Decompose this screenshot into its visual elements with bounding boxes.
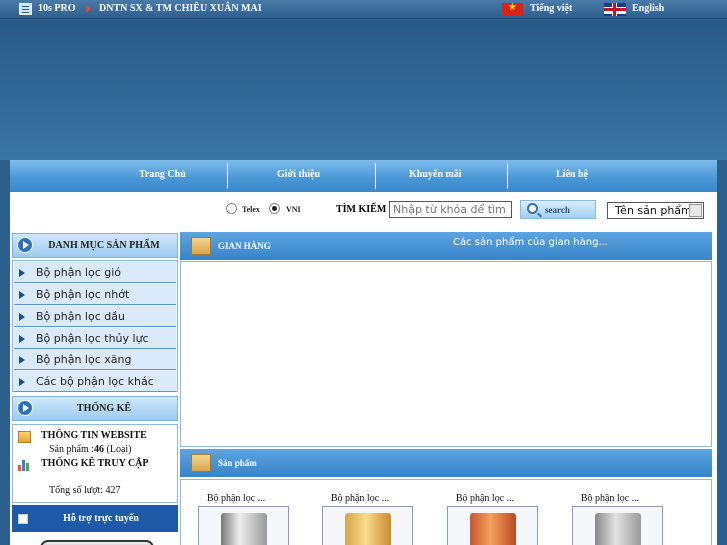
- bullet-arrow-icon: [19, 269, 25, 277]
- vietnam-flag-icon[interactable]: [502, 2, 523, 16]
- product-card[interactable]: Bộ phận lọc ...: [555, 480, 665, 545]
- search-label: TÌM KIẾM: [336, 204, 387, 215]
- language-vietnamese-link[interactable]: Tiếng việt: [530, 3, 572, 14]
- product-card[interactable]: Bộ phận lọc ...: [181, 480, 291, 545]
- category-item[interactable]: Các bộ phận lọc khác: [14, 371, 176, 392]
- stats-title: THỐNG KÊ: [76, 403, 132, 414]
- search-button-label: search: [545, 204, 570, 215]
- nav-item-home[interactable]: Trang Chủ: [139, 169, 186, 180]
- category-label: Bộ phận lọc nhớt: [36, 288, 130, 301]
- online-support-button[interactable]: [40, 540, 154, 545]
- search-type-value: Tên sản phẩm: [615, 204, 692, 217]
- product-name[interactable]: Bộ phận lọc ...: [305, 493, 415, 504]
- category-item[interactable]: Bộ phận lọc dầu: [14, 306, 176, 327]
- site-name[interactable]: 10s PRO: [38, 3, 76, 14]
- bullet-arrow-icon: [19, 313, 25, 321]
- telex-radio[interactable]: [226, 203, 237, 214]
- uk-flag-icon[interactable]: [604, 3, 626, 16]
- product-image[interactable]: [322, 506, 413, 545]
- category-label: Bộ phận lọc dầu: [36, 310, 125, 323]
- search-input[interactable]: [389, 201, 512, 218]
- banner: [0, 20, 727, 160]
- shop-panel: [180, 261, 712, 447]
- category-label: Bộ phận lọc xăng: [36, 353, 132, 366]
- nav-item-contact[interactable]: Liên hệ: [556, 169, 588, 180]
- product-card[interactable]: Bộ phận lọc ...: [305, 480, 415, 545]
- visits-count: 427: [105, 485, 121, 496]
- product-name[interactable]: Bộ phận lọc ...: [555, 493, 665, 504]
- arrow-right-icon: [86, 5, 91, 13]
- categories-header: DANH MỤC SẢN PHẨM: [12, 233, 178, 258]
- magnifier-icon: [527, 203, 538, 214]
- bar-chart-icon: [18, 459, 32, 471]
- search-type-select[interactable]: Tên sản phẩm: [607, 202, 704, 219]
- shopping-box-icon: [191, 237, 211, 255]
- visits-line: Tổng số lượt: 427: [49, 485, 121, 496]
- stats-header: THỐNG KÊ: [12, 396, 178, 421]
- product-count: 46: [94, 444, 104, 455]
- category-item[interactable]: Bộ phận lọc xăng: [14, 349, 176, 370]
- traffic-stats-title: THỐNG KÊ TRUY CẬP: [41, 458, 149, 469]
- main-nav: Trang Chủ Giới thiệu Khuyến mãi Liên hệ: [10, 160, 717, 192]
- category-label: Bộ phận lọc thủy lực: [36, 332, 149, 345]
- product-name[interactable]: Bộ phận lọc ...: [181, 493, 291, 504]
- shop-title: GIAN HÀNG: [218, 241, 271, 251]
- company-name[interactable]: DNTN SX & TM CHIÊU XUÂN MAI: [99, 3, 262, 14]
- support-header: Hỗ trợ trực tuyến: [12, 505, 178, 532]
- bullet-arrow-icon: [19, 378, 25, 386]
- bullet-arrow-icon: [19, 291, 25, 299]
- window-icon: [19, 3, 32, 15]
- nav-item-about[interactable]: Giới thiệu: [277, 169, 320, 180]
- shop-note: Các sản phẩm của gian hàng...: [453, 237, 608, 248]
- shop-header: GIAN HÀNG Các sản phẩm của gian hàng...: [180, 232, 712, 260]
- products-header: Sản phẩm: [180, 449, 712, 477]
- product-image[interactable]: [572, 506, 663, 545]
- category-label: Các bộ phận lọc khác: [36, 375, 154, 388]
- nav-divider: [375, 163, 376, 189]
- stats-box: THÔNG TIN WEBSITE Sản phẩm :46 (Loại) TH…: [12, 424, 178, 503]
- dropdown-arrow-icon[interactable]: [689, 204, 702, 217]
- nav-divider: [507, 163, 508, 189]
- visits-label: Tổng số lượt:: [49, 485, 104, 496]
- product-count-unit: (Loại): [106, 444, 132, 455]
- search-button[interactable]: search: [520, 200, 596, 219]
- bullet-arrow-icon: [19, 335, 25, 343]
- product-count-line: Sản phẩm :46 (Loại): [49, 444, 132, 455]
- product-image[interactable]: [198, 506, 289, 545]
- support-title: Hỗ trợ trực tuyến: [63, 513, 139, 524]
- product-image[interactable]: [447, 506, 538, 545]
- product-card[interactable]: Bộ phận lọc ...: [430, 480, 540, 545]
- bullet-arrow-icon: [19, 356, 25, 364]
- content-area: Telex VNI TÌM KIẾM search Tên sản phẩm D…: [10, 192, 717, 545]
- category-item[interactable]: Bộ phận lọc gió: [14, 262, 176, 283]
- website-info-title: THÔNG TIN WEBSITE: [41, 430, 147, 441]
- category-item[interactable]: Bộ phận lọc thủy lực: [14, 328, 176, 349]
- product-box-icon: [191, 454, 211, 472]
- telex-label: Telex: [242, 205, 260, 214]
- language-english-link[interactable]: English: [632, 3, 664, 14]
- products-title: Sản phẩm: [218, 458, 257, 468]
- category-item[interactable]: Bộ phận lọc nhớt: [14, 284, 176, 305]
- product-name[interactable]: Bộ phận lọc ...: [430, 493, 540, 504]
- nav-item-promotions[interactable]: Khuyến mãi: [409, 169, 462, 180]
- category-list: Bộ phận lọc gió Bộ phận lọc nhớt Bộ phận…: [12, 260, 178, 392]
- vni-radio[interactable]: [269, 203, 280, 214]
- nav-divider: [227, 163, 228, 189]
- product-count-label: Sản phẩm :: [49, 444, 94, 455]
- vni-label: VNI: [286, 205, 301, 214]
- info-folder-icon: [18, 431, 31, 443]
- categories-title: DANH MỤC SẢN PHẨM: [48, 240, 160, 251]
- top-bar: 10s PRO DNTN SX & TM CHIÊU XUÂN MAI Tiến…: [0, 0, 727, 19]
- products-panel: Bộ phận lọc ... Bộ phận lọc ... Bộ phận …: [180, 479, 712, 545]
- category-label: Bộ phận lọc gió: [36, 266, 122, 279]
